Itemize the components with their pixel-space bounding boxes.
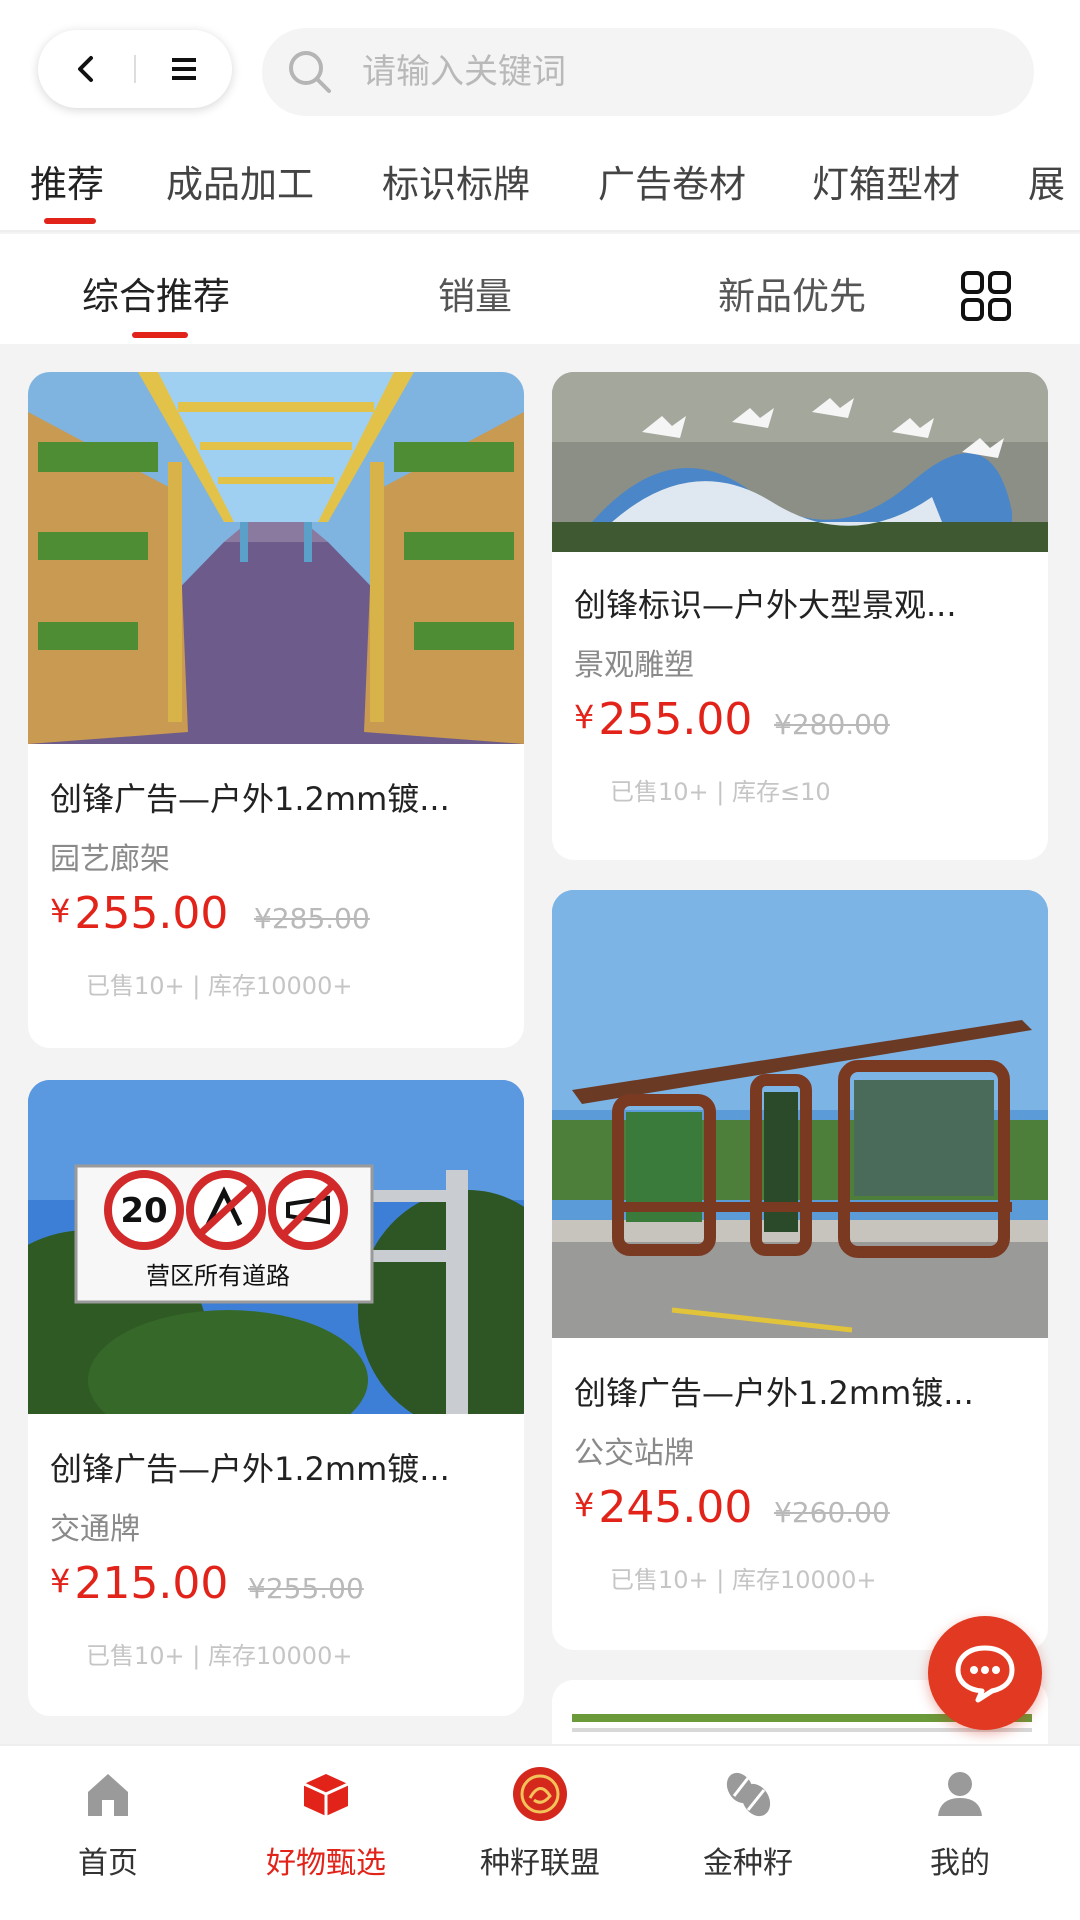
product-category: 公交站牌: [574, 1436, 694, 1471]
price-value: 215.00: [74, 1558, 229, 1609]
bottom-tab-bar: 首页 好物甄选 种籽联盟 金种籽 我的: [0, 1744, 1080, 1920]
currency-symbol: ¥: [574, 1486, 595, 1524]
search-input[interactable]: [362, 52, 1002, 92]
currency-symbol: ¥: [50, 892, 71, 930]
chat-bubble-icon: [955, 1645, 1015, 1703]
tab-golden-seed[interactable]: 金种籽: [668, 1766, 828, 1882]
tab-label: 我的: [930, 1846, 990, 1881]
chat-button[interactable]: [928, 1616, 1042, 1730]
product-sales-stock: 已售10+ | 库存10000+: [610, 1566, 877, 1594]
sort-bar: 综合推荐 销量 新品优先: [0, 234, 1080, 344]
original-price: ¥285.00: [254, 902, 370, 935]
currency-symbol: ¥: [50, 1562, 71, 1600]
search-box[interactable]: [262, 28, 1034, 116]
original-price: ¥260.00: [774, 1496, 890, 1529]
product-price: ¥255.00: [574, 694, 752, 745]
product-title: 创锋广告—户外1.2mm镀...: [574, 1374, 974, 1412]
product-sales-stock: 已售10+ | 库存10000+: [86, 1642, 353, 1670]
category-tab-exhibition[interactable]: 展: [1028, 154, 1065, 208]
menu-button[interactable]: [136, 30, 232, 108]
original-price: ¥255.00: [248, 1572, 364, 1605]
chevron-left-icon: [78, 56, 93, 82]
tab-mine[interactable]: 我的: [880, 1766, 1040, 1882]
tab-label: 种籽联盟: [480, 1846, 600, 1881]
tab-selection[interactable]: 好物甄选: [246, 1766, 406, 1882]
category-tab-finished-products[interactable]: 成品加工: [166, 154, 314, 208]
product-category: 园艺廊架: [50, 842, 170, 877]
back-button[interactable]: [38, 30, 134, 108]
category-tab-signage[interactable]: 标识标牌: [382, 154, 530, 208]
user-icon: [938, 1772, 982, 1816]
sort-option-comprehensive[interactable]: 综合推荐: [82, 266, 230, 320]
home-icon: [88, 1774, 128, 1816]
category-tab-lightbox[interactable]: 灯箱型材: [812, 154, 960, 208]
price-value: 255.00: [598, 694, 753, 745]
tab-home[interactable]: 首页: [28, 1766, 188, 1882]
top-bar: [0, 0, 1080, 128]
product-category: 交通牌: [50, 1512, 140, 1547]
seeds-icon: [726, 1772, 771, 1817]
search-icon: [289, 51, 331, 93]
speed-limit-text: 20: [120, 1191, 167, 1231]
sort-indicator: [132, 332, 188, 338]
product-title: 创锋广告—户外1.2mm镀...: [50, 780, 450, 818]
product-image[interactable]: [28, 372, 524, 744]
product-sales-stock: 已售10+ | 库存10000+: [86, 972, 353, 1000]
product-card[interactable]: 创锋广告—户外1.2mm镀... 公交站牌 ¥245.00 ¥260.00 已售…: [552, 890, 1048, 1650]
category-tabs: 推荐 成品加工 标识标牌 广告卷材 灯箱型材 展: [0, 128, 1080, 232]
nav-capsule: [38, 30, 232, 108]
original-price: ¥280.00: [774, 708, 890, 741]
sign-caption-text: 营区所有道路: [146, 1262, 290, 1290]
category-tab-recommend[interactable]: 推荐: [30, 154, 104, 208]
alliance-logo-icon: [513, 1767, 567, 1821]
category-tab-indicator: [44, 218, 96, 224]
tab-label: 好物甄选: [266, 1846, 386, 1881]
tab-label: 首页: [78, 1846, 138, 1881]
currency-symbol: ¥: [574, 698, 595, 736]
product-card[interactable]: 20 营区所有道路 创锋广告—户外1.2mm镀... 交通牌 ¥215.00 ¥…: [28, 1080, 524, 1716]
tab-alliance[interactable]: 种籽联盟: [460, 1766, 620, 1882]
product-image[interactable]: 20 营区所有道路: [28, 1080, 524, 1414]
menu-icon: [172, 58, 196, 80]
product-card[interactable]: 创锋标识—户外大型景观... 景观雕塑 ¥255.00 ¥280.00 已售10…: [552, 372, 1048, 860]
product-category: 景观雕塑: [574, 648, 694, 683]
tab-label: 金种籽: [703, 1846, 793, 1881]
product-sales-stock: 已售10+ | 库存≤10: [610, 778, 831, 806]
product-card[interactable]: 创锋广告—户外1.2mm镀... 园艺廊架 ¥255.00 ¥285.00 已售…: [28, 372, 524, 1048]
price-value: 255.00: [74, 888, 229, 939]
product-title: 创锋标识—户外大型景观...: [574, 586, 957, 624]
price-value: 245.00: [598, 1482, 753, 1533]
product-price: ¥255.00: [50, 888, 228, 939]
product-image[interactable]: [552, 890, 1048, 1338]
grid-layout-icon[interactable]: [960, 270, 1012, 322]
sort-option-newest[interactable]: 新品优先: [718, 266, 866, 320]
product-title: 创锋广告—户外1.2mm镀...: [50, 1450, 450, 1488]
box-icon: [303, 1774, 349, 1816]
product-image[interactable]: [552, 372, 1048, 552]
category-tab-ad-rolls[interactable]: 广告卷材: [598, 154, 746, 208]
sort-option-sales[interactable]: 销量: [438, 266, 512, 320]
product-price: ¥215.00: [50, 1558, 228, 1609]
product-price: ¥245.00: [574, 1482, 752, 1533]
